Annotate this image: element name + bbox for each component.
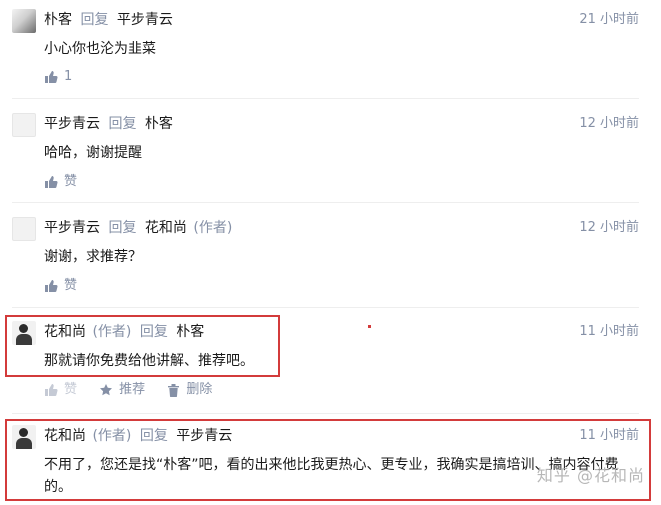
highlight-box — [5, 419, 651, 501]
comment-user-name[interactable]: 平步青云 — [44, 220, 100, 236]
reply-to-name[interactable]: 平步青云 — [117, 12, 173, 28]
like-label: 赞 — [64, 382, 78, 397]
comment-content: 小心你也沦为韭菜 — [44, 41, 156, 57]
divider — [12, 98, 639, 99]
comment-time: 12 小时前 — [579, 220, 639, 235]
reply-label: 回复 — [80, 12, 109, 28]
avatar[interactable] — [12, 113, 36, 137]
divider — [12, 307, 639, 308]
comment-time: 12 小时前 — [579, 116, 639, 131]
thumbs-up-icon — [45, 384, 58, 396]
red-mark — [368, 325, 371, 328]
like-label: 赞 — [64, 278, 78, 293]
comment-user-name[interactable]: 平步青云 — [44, 116, 100, 132]
avatar[interactable] — [12, 217, 36, 241]
comment-content: 谢谢，求推荐？ — [44, 249, 142, 265]
watermark: 知乎 @花和尚 — [536, 466, 645, 485]
trash-icon — [168, 384, 180, 397]
like-button[interactable]: 赞 — [44, 278, 77, 294]
thumbs-up-icon — [45, 71, 58, 83]
reply-label: 回复 — [108, 116, 137, 132]
thumbs-up-icon — [45, 280, 58, 292]
comment-time: 21 小时前 — [579, 12, 639, 27]
recommend-button[interactable]: 推荐 — [99, 382, 145, 398]
like-label: 赞 — [64, 174, 78, 189]
like-button[interactable]: 1 — [44, 69, 72, 85]
reply-to-name[interactable]: 花和尚 — [145, 220, 187, 236]
comment-content: 哈哈，谢谢提醒 — [44, 145, 142, 161]
divider — [12, 202, 639, 203]
highlight-box — [5, 315, 280, 377]
comment-user-name[interactable]: 朴客 — [44, 12, 72, 28]
like-count: 1 — [64, 69, 73, 84]
recommend-label: 推荐 — [119, 382, 146, 397]
star-icon — [100, 384, 113, 396]
divider — [12, 413, 639, 414]
reply-to-name[interactable]: 朴客 — [145, 116, 173, 132]
like-button[interactable]: 赞 — [44, 174, 77, 190]
reply-label: 回复 — [108, 220, 137, 236]
comment-time: 11 小时前 — [579, 324, 639, 339]
delete-label: 删除 — [186, 382, 213, 397]
thumbs-up-icon — [45, 176, 58, 188]
author-tag: (作者) — [193, 220, 233, 236]
like-button[interactable]: 赞 — [44, 382, 77, 398]
delete-button[interactable]: 删除 — [167, 382, 212, 398]
avatar[interactable] — [12, 9, 36, 33]
